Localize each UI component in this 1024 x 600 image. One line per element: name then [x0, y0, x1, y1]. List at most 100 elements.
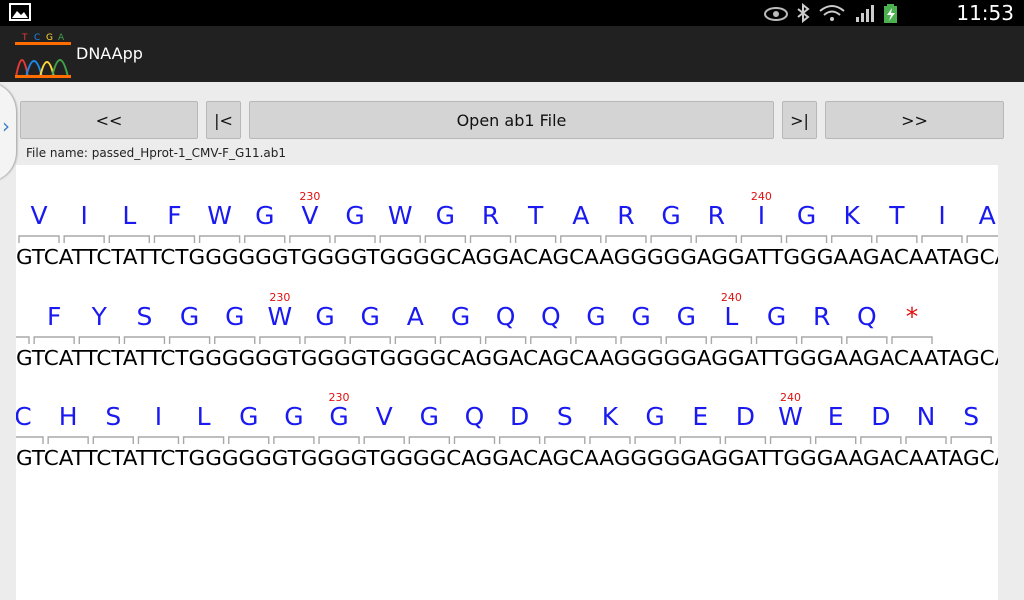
- amino-acid-3-6: G: [239, 402, 258, 431]
- codon-bracket-2-13: [530, 336, 572, 344]
- amino-acid-1-14: R: [617, 201, 634, 230]
- codon-bracket-1-16: [695, 235, 737, 243]
- amino-acid-2-19: R: [813, 302, 830, 331]
- codon-bracket-1-3: [108, 235, 150, 243]
- codon-bracket-3-16: [679, 436, 721, 444]
- amino-acid-3-22: S: [963, 402, 979, 431]
- codon-bracket-3-9: [363, 436, 405, 444]
- amino-acid-1-5: W: [207, 201, 232, 230]
- amino-acid-1-17: I: [758, 201, 765, 230]
- amino-acid-3-17: D: [736, 402, 755, 431]
- codon-bracket-1-19: [831, 235, 873, 243]
- amino-acid-2-17: L: [724, 302, 738, 331]
- codon-bracket-1-5: [198, 235, 241, 243]
- amino-acid-2-21: *: [906, 302, 919, 331]
- amino-acid-3-14: K: [602, 402, 619, 431]
- codon-bracket-2-20: [846, 336, 888, 344]
- codon-bracket-3-6: [228, 436, 270, 444]
- codon-bracket-2-17: [710, 336, 753, 344]
- amino-acid-2-12: Q: [496, 302, 516, 331]
- amino-acid-2-10: A: [407, 302, 424, 331]
- amino-acid-1-10: G: [436, 201, 455, 230]
- codon-bracket-1-6: [244, 235, 286, 243]
- amino-acid-1-1: V: [30, 201, 47, 230]
- amino-acid-1-22: A: [979, 201, 996, 230]
- codon-bracket-3-14: [589, 436, 631, 444]
- amino-acid-2-13: Q: [541, 302, 561, 331]
- codon-bracket-1-20: [876, 235, 918, 243]
- codon-bracket-1-22: [966, 235, 998, 243]
- amino-acid-3-20: D: [871, 402, 890, 431]
- amino-acid-3-12: D: [510, 402, 529, 431]
- nucleotide-line-1: GTCATTCTATTCTGGGGGGTGGGGTGGGGCAGGACAGCAA…: [16, 245, 998, 269]
- codon-bracket-2-21: [891, 336, 933, 344]
- position-marker-1-1: 230: [299, 190, 320, 203]
- codon-bracket-2-16: [665, 336, 707, 344]
- gallery-icon: [9, 3, 31, 21]
- amino-acid-3-4: I: [155, 402, 162, 431]
- amino-acid-3-1: C: [16, 402, 32, 431]
- amino-acid-2-15: G: [631, 302, 650, 331]
- battery-charging-icon: [884, 4, 897, 23]
- codon-bracket-1-18: [785, 235, 828, 243]
- codon-bracket-2-6: [214, 336, 256, 344]
- amino-acid-2-18: G: [767, 302, 786, 331]
- amino-acid-1-7: V: [301, 201, 318, 230]
- position-marker-3-2: 240: [780, 391, 801, 404]
- amino-acid-2-4: S: [137, 302, 153, 331]
- position-marker-1-2: 240: [751, 190, 772, 203]
- codon-bracket-1-15: [650, 235, 692, 243]
- codon-bracket-3-17: [724, 436, 767, 444]
- amino-acid-2-6: G: [225, 302, 244, 331]
- codon-bracket-3-4: [137, 436, 180, 444]
- sequence-viewer[interactable]: V I L F W G V G W G R T A R G R I G K T I A 230 240 GTCATTCTATTC…: [16, 165, 998, 600]
- previous-button[interactable]: |<: [206, 101, 241, 139]
- amino-acid-3-10: G: [420, 402, 439, 431]
- codon-bracket-2-7: [259, 336, 301, 344]
- amino-acid-2-16: G: [677, 302, 696, 331]
- codon-bracket-2-8: [304, 336, 346, 344]
- app-title: DNAApp: [76, 44, 143, 63]
- codon-bracket-3-10: [408, 436, 451, 444]
- drawer-toggle[interactable]: ›: [0, 82, 16, 182]
- amino-acid-2-2: F: [47, 302, 61, 331]
- amino-acid-2-9: G: [361, 302, 380, 331]
- app-bar: T C G A DNAApp: [0, 26, 1024, 82]
- codon-bracket-1-2: [63, 235, 105, 243]
- open-ab1-file-button[interactable]: Open ab1 File: [249, 101, 774, 139]
- codon-bracket-2-10: [394, 336, 437, 344]
- amino-acid-1-12: T: [527, 201, 544, 230]
- codon-bracket-3-21: [905, 436, 947, 444]
- codon-bracket-3-22: [950, 436, 992, 444]
- codon-bracket-3-3: [92, 436, 134, 444]
- logo-letter-a: A: [58, 33, 65, 43]
- codon-bracket-3-8: [318, 436, 360, 444]
- amino-acid-1-19: K: [843, 201, 860, 230]
- amino-acid-2-7: W: [268, 302, 293, 331]
- amino-acid-2-5: G: [180, 302, 199, 331]
- codon-bracket-3-2: [47, 436, 89, 444]
- codon-bracket-1-1: [18, 235, 60, 243]
- codon-bracket-3-13: [544, 436, 586, 444]
- amino-acid-3-15: G: [645, 402, 664, 431]
- codon-bracket-1-9: [379, 235, 421, 243]
- codon-bracket-2-12: [484, 336, 527, 344]
- amino-acid-3-16: E: [692, 402, 708, 431]
- codon-bracket-2-11: [439, 336, 482, 344]
- amino-acid-2-3: Y: [91, 302, 108, 331]
- codon-bracket-1-17: [740, 235, 783, 243]
- codon-bracket-1-10: [424, 235, 467, 243]
- codon-bracket-3-19: [815, 436, 857, 444]
- amino-acid-1-20: T: [888, 201, 905, 230]
- next-button[interactable]: >|: [782, 101, 817, 139]
- amino-acid-1-11: R: [482, 201, 499, 230]
- codon-bracket-2-1: [16, 336, 30, 344]
- position-marker-2-2: 240: [721, 291, 742, 304]
- codon-bracket-3-7: [273, 436, 315, 444]
- amino-acid-2-14: G: [586, 302, 605, 331]
- codon-bracket-2-4: [123, 336, 166, 344]
- file-name-label: File name: passed_Hprot-1_CMV-F_G11.ab1: [26, 146, 287, 160]
- logo-letter-g: G: [46, 33, 53, 43]
- last-page-button[interactable]: >>: [825, 101, 1004, 139]
- first-page-button[interactable]: <<: [20, 101, 198, 139]
